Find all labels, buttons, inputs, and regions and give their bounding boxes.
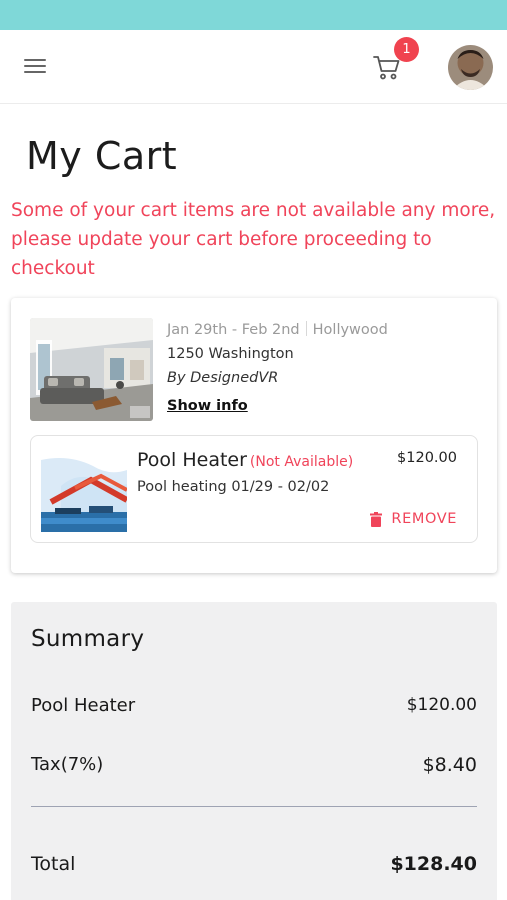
item-availability-status: (Not Available) — [249, 454, 354, 470]
cart-listing-card: Jan 29th - Feb 2nd Hollywood 1250 Washing… — [11, 298, 497, 573]
divider — [305, 321, 307, 336]
order-summary: Summary Pool Heater $120.00 Tax(7%) $8.4… — [11, 602, 497, 900]
cart-item: Pool Heater (Not Available) Pool heating … — [30, 435, 478, 543]
app-bar: 1 — [0, 30, 507, 104]
item-description: Pool heating 01/29 - 02/02 — [137, 479, 330, 495]
hamburger-menu-icon[interactable] — [22, 56, 48, 78]
listing-host: By DesignedVR — [167, 370, 279, 386]
listing-photo — [30, 318, 153, 421]
summary-line-label: Tax(7%) — [31, 754, 104, 775]
total-value: $128.40 — [390, 853, 477, 875]
remove-item-button[interactable]: REMOVE — [370, 511, 457, 527]
user-avatar[interactable] — [448, 45, 493, 90]
item-name: Pool Heater — [137, 449, 247, 471]
listing-location: Hollywood — [312, 322, 388, 338]
item-thumbnail — [41, 446, 127, 532]
summary-title: Summary — [31, 626, 145, 652]
trash-icon — [370, 511, 383, 527]
remove-label: REMOVE — [391, 511, 457, 527]
summary-line-value: $8.40 — [422, 754, 477, 776]
page-title: My Cart — [26, 134, 178, 178]
listing-address: 1250 Washington — [167, 346, 294, 362]
show-info-link[interactable]: Show info — [167, 398, 248, 414]
summary-line-value: $120.00 — [406, 695, 477, 715]
item-name-row: Pool Heater (Not Available) — [137, 449, 353, 471]
listing-dates: Jan 29th - Feb 2nd Hollywood — [167, 321, 388, 338]
summary-divider — [31, 806, 477, 807]
cart-count-badge: 1 — [394, 37, 419, 62]
summary-line-label: Pool Heater — [31, 695, 136, 716]
booking-dates: Jan 29th - Feb 2nd — [167, 322, 300, 338]
status-bar — [0, 0, 507, 30]
total-label: Total — [31, 853, 76, 875]
item-price: $120.00 — [397, 450, 457, 466]
unavailable-items-warning: Some of your cart items are not availabl… — [11, 200, 496, 279]
